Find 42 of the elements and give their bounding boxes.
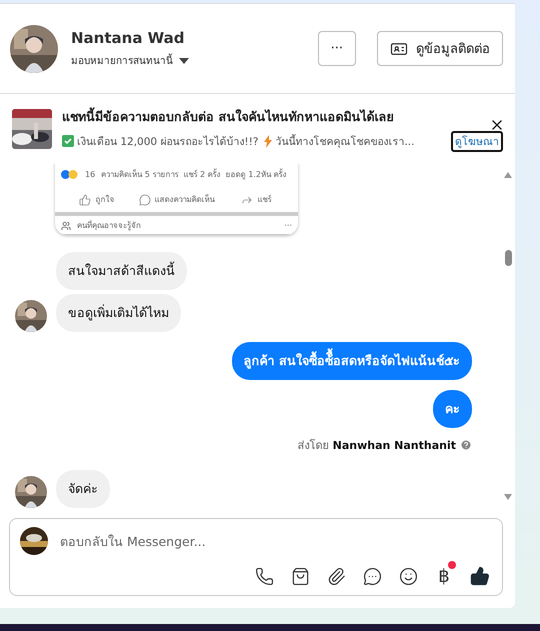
message-bubble: คะ (433, 390, 472, 428)
thumbs-up-icon (470, 566, 490, 586)
message-bubble: ขอดูเพิ่มเติมได้ไหม (56, 294, 181, 332)
comment-icon (138, 194, 150, 206)
people-icon (61, 220, 71, 230)
post-action: แชร์ (257, 194, 272, 206)
check-mark-icon (62, 135, 74, 147)
contact-info-button[interactable]: ดูข้อมูลติดต่อ (377, 31, 503, 66)
ad-text: เงินเดือน 12,000 ผ่อนรถอะไรได้บ้าง!!? (77, 134, 258, 150)
lightning-icon (264, 134, 272, 148)
more-button[interactable]: ··· (318, 31, 356, 66)
ad-title: แชทนี้มีข้อความตอบกลับต่อ สนใจคันไหนทักหาแอดมินได้เลย (62, 106, 394, 126)
help-icon[interactable] (460, 439, 472, 451)
suggestion-label: คนที่คุณอาจจะรู้จัก (77, 219, 142, 232)
payment-button[interactable]: ฿ (432, 565, 456, 587)
scrollbar-thumb[interactable] (504, 250, 512, 266)
post-stats: ความคิดเห็น 5 รายการ แชร์ 2 ครั้ง ยอดดู 1.2หัน ครั้ง (101, 168, 287, 181)
post-action: ถูกใจ (95, 194, 114, 206)
sent-by-label: ส่งโดย (298, 438, 329, 454)
phone-icon (254, 566, 274, 586)
contact-name: Nantana Wad (71, 29, 186, 47)
post-action: แสดงความคิดเห็น (154, 193, 214, 206)
scroll-up-icon[interactable] (504, 172, 512, 178)
reaction-icon (61, 170, 79, 179)
message-bubble: สนใจมาสด้าสีแดงนี้ (56, 252, 187, 290)
ad-text: วันนี้ทางโชคคุณโชคของเรา... (275, 133, 414, 150)
like-button[interactable] (468, 565, 492, 587)
smiley-icon (398, 566, 418, 586)
more-label: ··· (284, 221, 292, 230)
thumbs-up-icon (79, 194, 92, 206)
sender-name: Nanwhan Nanthanit (332, 438, 456, 452)
paperclip-icon (326, 566, 346, 586)
assign-label[interactable]: มอบหมายการสนทนานี้ (71, 53, 173, 68)
scroll-down-icon[interactable] (504, 494, 512, 500)
chat-bubble-icon (362, 566, 382, 586)
reaction-count: 16 (85, 170, 96, 179)
notification-dot (448, 561, 456, 569)
message-bubble: จัดค่ะ (56, 470, 110, 508)
bag-icon (290, 566, 310, 586)
caret-icon[interactable] (179, 58, 189, 64)
view-ad-link[interactable]: ดูโฆษณา (451, 130, 503, 152)
message-bubble: ลูกค้า สนใจซื้อซ้ื้อสดหรือจัดไฟแน้นช์๕ะ (232, 342, 472, 380)
